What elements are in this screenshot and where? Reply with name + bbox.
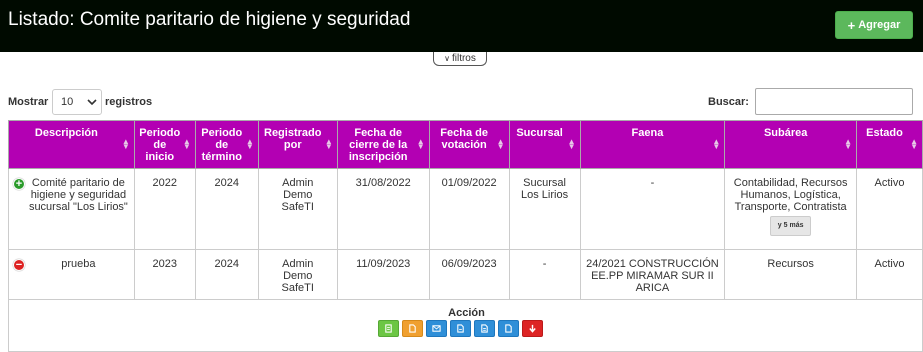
cell-faena: 24/2021 CONSTRUCCIÓN EE.PP MIRAMAR SUR I… [579, 249, 726, 300]
cell-cierre: 31/08/2022 [336, 168, 430, 250]
table-row[interactable]: − prueba 2023 2024 Admin Demo SafeTI 11/… [8, 249, 923, 300]
column-header-descripcion[interactable]: Descripción ▲ ▼ [8, 120, 135, 169]
pdf-file-icon [457, 324, 464, 333]
document-icon [385, 324, 392, 333]
add-button-label: Agregar [858, 19, 901, 31]
sort-icon: ▲ ▼ [121, 137, 130, 151]
collapse-icon[interactable]: − [13, 259, 25, 271]
column-header-faena[interactable]: Faena ▲ ▼ [579, 120, 726, 169]
page-title: Listado: Comite paritario de higiene y s… [8, 9, 411, 30]
sort-icon: ▲ ▼ [416, 137, 425, 151]
cell-sucursal: Sucursal Los Lirios [508, 168, 581, 250]
action-panel: Acción [8, 300, 923, 352]
table-row[interactable]: + Comité paritario de higiene y segurida… [8, 168, 923, 250]
chevron-down-icon: ∨ [444, 54, 450, 63]
report-file-icon [481, 324, 488, 333]
cell-registrado: Admin Demo SafeTI [257, 249, 338, 300]
envelope-icon [432, 325, 441, 332]
search-label: Buscar: [708, 96, 749, 108]
cell-estado: Activo [856, 168, 923, 250]
cell-votacion: 01/09/2022 [428, 168, 510, 250]
cell-estado: Activo [856, 249, 923, 300]
search-input[interactable] [755, 88, 913, 115]
edit-button[interactable] [402, 320, 423, 337]
view-button[interactable] [378, 320, 399, 337]
page-size-select[interactable]: 10 [52, 89, 102, 115]
cell-sucursal: - [508, 249, 581, 300]
cell-descripcion: − prueba [8, 249, 135, 300]
expand-icon[interactable]: + [13, 178, 25, 190]
plus-icon: + [847, 17, 856, 33]
sort-icon: ▲ ▼ [496, 137, 505, 151]
data-table: Descripción ▲ ▼ Periodo de inicio ▲ ▼ Period… [8, 120, 923, 300]
cell-subarea: Contabilidad, Recursos Humanos, Logístic… [724, 168, 857, 250]
chevron-down-icon [87, 99, 97, 106]
sort-icon: ▲ ▼ [712, 137, 721, 151]
arrow-down-icon [529, 324, 536, 333]
column-header-votacion[interactable]: Fecha de votación ▲ ▼ [428, 120, 510, 169]
filters-label: filtros [451, 53, 476, 64]
subarea-text: Contabilidad, Recursos Humanos, Logístic… [733, 177, 848, 213]
cell-faena: - [579, 168, 726, 250]
cell-inicio: 2022 [133, 168, 196, 250]
cell-inicio: 2023 [133, 249, 196, 300]
copy-button[interactable] [498, 320, 519, 337]
cell-cierre: 11/09/2023 [336, 249, 430, 300]
cell-descripcion: + Comité paritario de higiene y segurida… [8, 168, 135, 250]
file-icon [505, 324, 512, 333]
registros-label: registros [105, 96, 153, 108]
column-header-registrado[interactable]: Registrado por ▲ ▼ [257, 120, 338, 169]
page-size-value: 10 [61, 96, 74, 108]
column-header-estado[interactable]: Estado ▲ ▼ [856, 120, 923, 169]
add-button[interactable]: + Agregar [835, 11, 913, 39]
column-header-inicio[interactable]: Periodo de inicio ▲ ▼ [133, 120, 196, 169]
sort-icon: ▲ ▼ [844, 137, 852, 151]
action-buttons [378, 320, 543, 337]
cell-termino: 2024 [194, 168, 259, 250]
cell-subarea: Recursos [724, 249, 857, 300]
pdf-button[interactable] [450, 320, 471, 337]
column-header-termino[interactable]: Periodo de término ▲ ▼ [194, 120, 259, 169]
accion-label: Acción [448, 307, 485, 319]
sort-icon: ▲ ▼ [182, 137, 191, 151]
sort-icon: ▲ ▼ [245, 137, 254, 151]
more-subareas-button[interactable]: y 5 más [769, 216, 812, 236]
sort-icon: ▲ ▼ [324, 137, 333, 151]
report-button[interactable] [474, 320, 495, 337]
sort-icon: ▲ ▼ [910, 137, 918, 151]
email-button[interactable] [426, 320, 447, 337]
download-button[interactable] [522, 320, 543, 337]
column-header-cierre[interactable]: Fecha de cierre de la inscripción ▲ ▼ [336, 120, 430, 169]
column-header-sucursal[interactable]: Sucursal ▲ ▼ [508, 120, 581, 169]
cell-registrado: Admin Demo SafeTI [257, 168, 338, 250]
sort-icon: ▲ ▼ [567, 137, 576, 151]
column-header-subarea[interactable]: Subárea ▲ ▼ [724, 120, 857, 169]
file-icon [409, 324, 416, 333]
filters-toggle[interactable]: ∨ filtros [433, 52, 487, 66]
cell-termino: 2024 [194, 249, 259, 300]
top-bar: Listado: Comite paritario de higiene y s… [0, 0, 923, 52]
cell-votacion: 06/09/2023 [428, 249, 510, 300]
show-label: Mostrar [8, 96, 49, 108]
